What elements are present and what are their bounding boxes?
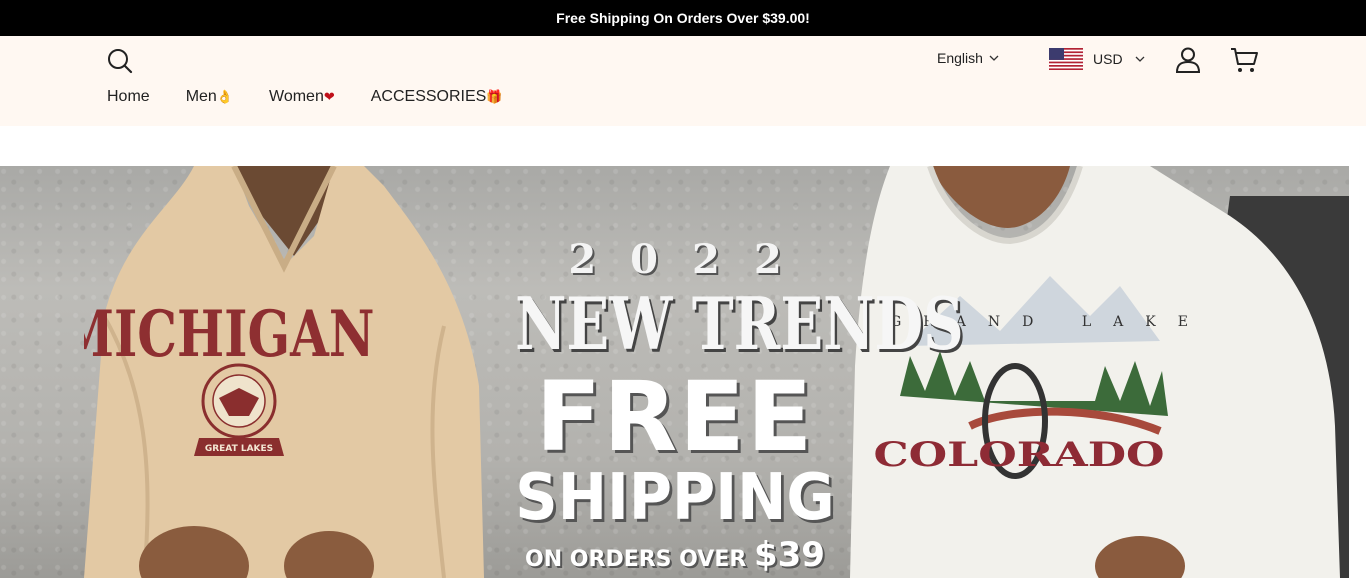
man-in-white-hoodie-image: COLORADO GRAND LAKE <box>850 166 1340 578</box>
language-label: English <box>937 50 983 66</box>
cart-icon[interactable] <box>1229 46 1259 74</box>
us-flag-icon <box>1049 48 1083 70</box>
man-in-beige-hoodie-image: GREAT LAKES MICHIGAN <box>84 166 484 578</box>
left-hoodie-text: MICHIGAN <box>84 296 374 372</box>
heart-icon: ❤ <box>323 89 335 104</box>
search-icon[interactable] <box>106 47 134 75</box>
promo-shipping: SHIPPING <box>515 461 835 535</box>
nav-women-label: Women <box>269 88 324 105</box>
chevron-down-icon <box>1135 56 1145 62</box>
site-header: Home Men👌 Women❤ ACCESSORIES🎁 English US… <box>0 36 1366 126</box>
right-hoodie-text: COLORADO <box>873 435 1164 475</box>
promo-orders-text: ON ORDERS OVER <box>525 547 747 572</box>
announcement-text: Free Shipping On Orders Over $39.00! <box>556 10 810 26</box>
nav-men-label: Men <box>185 88 217 105</box>
nav-home-label: Home <box>107 88 150 105</box>
promo-free: FREE <box>535 361 815 473</box>
gift-icon: 🎁 <box>486 89 503 104</box>
main-nav: Home Men👌 Women❤ ACCESSORIES🎁 <box>107 88 539 106</box>
ok-hand-icon: 👌 <box>216 89 233 104</box>
left-hoodie-badge-text: GREAT LAKES <box>205 444 273 454</box>
nav-accessories-label: ACCESSORIES <box>370 88 487 105</box>
currency-label: USD <box>1093 51 1123 67</box>
promo-text: 2022 NEW TRENDS FREE SHIPPING ON ORDERS … <box>470 236 964 575</box>
hero-banner[interactable]: GREAT LAKES MICHIGAN COLORADO GRAND LAKE… <box>0 166 1349 578</box>
promo-orders-amount: $39 <box>753 535 825 575</box>
language-selector[interactable]: English <box>937 50 999 66</box>
promo-year: 2022 <box>568 236 816 283</box>
nav-women[interactable]: Women❤ <box>269 88 335 106</box>
currency-selector[interactable]: USD <box>1049 48 1145 70</box>
header-spacer <box>0 126 1366 166</box>
user-icon[interactable] <box>1174 46 1202 74</box>
nav-men[interactable]: Men👌 <box>186 88 233 106</box>
nav-home[interactable]: Home <box>107 88 150 106</box>
nav-accessories[interactable]: ACCESSORIES🎁 <box>371 88 503 106</box>
promo-headline: NEW TRENDS <box>515 281 964 366</box>
announcement-bar: Free Shipping On Orders Over $39.00! <box>0 0 1366 36</box>
promo-orders: ON ORDERS OVER $39 <box>470 535 880 575</box>
chevron-down-icon <box>989 55 999 61</box>
